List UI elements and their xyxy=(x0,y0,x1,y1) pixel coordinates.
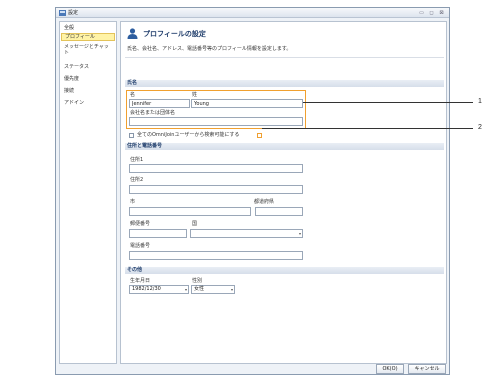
sidebar-item-messages[interactable]: メッセージとチャット xyxy=(61,44,111,56)
company-field[interactable] xyxy=(129,117,303,126)
last-name-label: 姓 xyxy=(192,92,198,98)
state-field[interactable] xyxy=(255,207,303,216)
sidebar-item-priority[interactable]: 優先度 xyxy=(61,76,115,82)
sidebar-item-addins[interactable]: アドイン xyxy=(61,100,115,106)
address2-label: 住所2 xyxy=(130,177,144,183)
birthday-picker[interactable]: 1982/12/30 ▾ xyxy=(129,285,189,294)
zip-label: 郵便番号 xyxy=(130,221,151,227)
close-icon[interactable]: ⊠ xyxy=(438,10,445,16)
birthday-label: 生年月日 xyxy=(130,278,151,284)
phone-field[interactable] xyxy=(129,251,303,260)
chevron-down-icon: ▾ xyxy=(184,287,187,292)
zip-field[interactable] xyxy=(129,229,187,238)
maximize-icon[interactable]: ◻ xyxy=(428,10,435,16)
ok-button[interactable]: OK(O) xyxy=(376,364,404,374)
app-icon xyxy=(59,10,66,16)
cancel-button[interactable]: キャンセル xyxy=(408,364,446,374)
title-bar: 設定 ▭ ◻ ⊠ xyxy=(56,8,449,18)
city-label: 市 xyxy=(130,199,136,205)
section-header-name: 氏名 xyxy=(125,80,444,87)
header-divider xyxy=(125,57,444,58)
callout-line-2 xyxy=(262,128,473,129)
section-header-other: その他 xyxy=(125,267,444,274)
searchable-checkbox-marker xyxy=(257,133,262,138)
last-name-field[interactable] xyxy=(191,99,303,108)
chevron-down-icon: ▾ xyxy=(298,231,301,236)
user-icon xyxy=(127,28,138,39)
state-label: 都道府県 xyxy=(254,199,275,205)
settings-window: 設定 ▭ ◻ ⊠ 全般 プロフィール メッセージとチャット ステータス 優先度 … xyxy=(55,7,450,375)
sidebar-item-connection[interactable]: 接続 xyxy=(61,88,115,94)
gender-select[interactable]: 女性 ▾ xyxy=(191,285,235,294)
page-title: プロフィールの設定 xyxy=(143,30,206,38)
callout-line-1 xyxy=(303,102,473,103)
searchable-label: 全てのOmniJoinユーザーから検索可能にする xyxy=(137,132,240,138)
gender-value: 女性 xyxy=(194,286,205,292)
country-select[interactable]: ▾ xyxy=(190,229,303,238)
address1-label: 住所1 xyxy=(130,157,144,163)
page-description: 氏名、会社名、アドレス、電話番号等のプロフィール情報を設定します。 xyxy=(127,46,292,52)
birthday-value: 1982/12/30 xyxy=(132,286,161,292)
sidebar: 全般 プロフィール メッセージとチャット ステータス 優先度 接続 アドイン xyxy=(59,21,117,364)
first-name-field[interactable] xyxy=(129,99,190,108)
first-name-label: 名 xyxy=(130,92,136,98)
chevron-down-icon: ▾ xyxy=(230,287,233,292)
callout-number-2: 2 xyxy=(478,124,482,131)
city-field[interactable] xyxy=(129,207,251,216)
phone-label: 電話番号 xyxy=(130,243,151,249)
sidebar-item-profile[interactable]: プロフィール xyxy=(61,33,115,41)
sidebar-item-status[interactable]: ステータス xyxy=(61,64,115,70)
sidebar-item-general[interactable]: 全般 xyxy=(61,25,115,31)
gender-label: 性別 xyxy=(192,278,203,284)
address1-field[interactable] xyxy=(129,164,303,173)
address2-field[interactable] xyxy=(129,185,303,194)
window-title: 設定 xyxy=(68,10,79,16)
minimize-icon[interactable]: ▭ xyxy=(418,10,425,16)
searchable-checkbox[interactable] xyxy=(129,133,134,138)
country-label: 国 xyxy=(192,221,198,227)
section-header-address: 住所と電話番号 xyxy=(125,143,444,150)
callout-number-1: 1 xyxy=(478,98,482,105)
company-label: 会社名または団体名 xyxy=(130,110,176,116)
profile-panel: プロフィールの設定 氏名、会社名、アドレス、電話番号等のプロフィール情報を設定し… xyxy=(120,21,447,364)
